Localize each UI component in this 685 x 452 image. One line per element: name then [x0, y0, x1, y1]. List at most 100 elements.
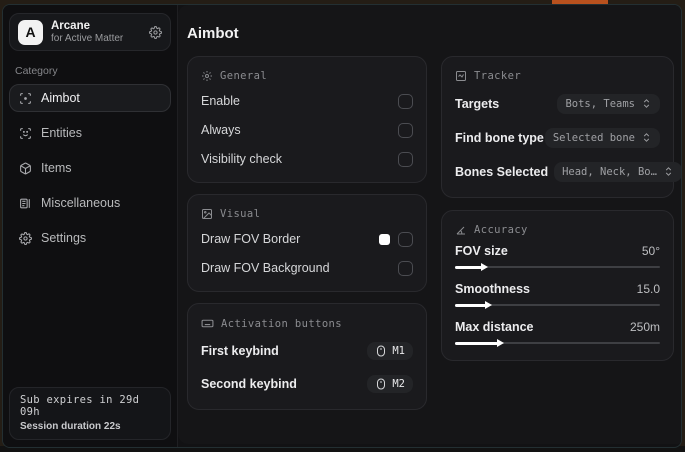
keybind-value: M2	[392, 378, 405, 390]
activity-square-icon	[455, 70, 467, 82]
page-title: Aimbot	[187, 25, 239, 42]
dropdown-value: Head, Neck, Body, Pe…	[562, 165, 657, 178]
chevrons-up-down-icon	[663, 166, 674, 177]
chevrons-up-down-icon	[641, 132, 652, 143]
setting-label: Enable	[201, 94, 240, 108]
chevrons-up-down-icon	[641, 98, 652, 109]
card-activation-header: Activation buttons	[201, 317, 413, 330]
slider-value: 250m	[629, 320, 660, 334]
visibility-check-checkbox[interactable]	[398, 151, 413, 167]
fov-background-checkbox[interactable]	[398, 260, 413, 276]
card-general: General Enable Always Visibility check	[187, 56, 427, 183]
slider-fill	[455, 303, 486, 307]
smoothness-slider[interactable]	[455, 300, 660, 310]
setting-label: FOV size	[455, 244, 508, 258]
subscription-info-card: Sub expires in 29d 09h Session duration …	[9, 387, 171, 440]
card-general-header: General	[201, 70, 413, 82]
sidebar-item-label: Items	[41, 161, 72, 175]
slider-thumb[interactable]	[484, 301, 492, 309]
slider-fill	[455, 341, 499, 345]
dropdown-value: Bots, Teams	[565, 97, 635, 110]
session-duration-text: Session duration 22s	[20, 421, 121, 432]
card-title: Visual	[220, 208, 261, 220]
settings-gear-icon[interactable]	[149, 25, 162, 39]
app-name: Arcane	[51, 19, 90, 32]
package-box-icon	[19, 162, 32, 175]
brand-text: Arcane for Active Matter	[51, 20, 141, 45]
setting-label: Visibility check	[201, 152, 283, 166]
setting-label: Draw FOV Border	[201, 232, 301, 246]
card-title: Accuracy	[474, 224, 528, 236]
angle-icon	[455, 224, 467, 236]
card-title: Activation buttons	[221, 317, 342, 330]
setting-row-first-keybind: First keybind M1	[201, 338, 413, 364]
keybind-value: M1	[392, 345, 405, 357]
find-bone-type-dropdown[interactable]: Selected bone	[544, 127, 660, 148]
fov-size-slider[interactable]	[455, 262, 660, 272]
app-logo: A	[18, 19, 43, 45]
setting-row-bones-selected: Bones Selected Head, Neck, Body, Pe…	[455, 158, 681, 185]
brand-header: A Arcane for Active Matter	[9, 13, 171, 51]
sidebar-item-label: Settings	[41, 231, 87, 245]
enable-checkbox[interactable]	[398, 93, 413, 109]
sidebar-item-items[interactable]: Items	[9, 154, 171, 182]
card-activation-buttons: Activation buttons First keybind M1 Seco…	[187, 303, 427, 410]
fov-border-color-swatch[interactable]	[379, 233, 390, 245]
slider-thumb[interactable]	[480, 263, 488, 271]
card-title: Tracker	[474, 70, 522, 82]
setting-label: Bones Selected	[455, 164, 549, 179]
setting-label: Targets	[455, 96, 500, 111]
category-label: Category	[15, 65, 58, 77]
sidebar: A Arcane for Active Matter Category Aimb…	[3, 5, 178, 447]
setting-row-second-keybind: Second keybind M2	[201, 371, 413, 397]
card-accuracy: Accuracy FOV size 50° Smoothness 15.0 Ma…	[441, 210, 674, 361]
sidebar-item-aimbot[interactable]: Aimbot	[9, 84, 171, 112]
sidebar-item-settings[interactable]: Settings	[9, 224, 171, 252]
slider-value: 15.0	[636, 282, 660, 296]
setting-row-fov-border: Draw FOV Border	[201, 228, 413, 250]
sub-expires-text: Sub expires in 29d 09h	[20, 394, 140, 418]
first-keybind-button[interactable]: M1	[367, 342, 413, 360]
slider-fill	[455, 265, 482, 269]
mouse-icon	[375, 378, 387, 390]
sidebar-item-label: Entities	[41, 126, 82, 140]
bones-selected-dropdown[interactable]: Head, Neck, Body, Pe…	[554, 161, 681, 182]
max-distance-slider[interactable]	[455, 338, 660, 348]
app-subtitle: for Active Matter	[51, 32, 124, 44]
gear-icon	[19, 231, 32, 245]
fov-border-checkbox[interactable]	[398, 231, 413, 247]
list-panel-icon	[19, 197, 32, 210]
slider-row-max-distance: Max distance 250m	[455, 320, 660, 348]
slider-thumb[interactable]	[497, 339, 505, 347]
always-checkbox[interactable]	[398, 122, 413, 138]
card-visual: Visual Draw FOV Border Draw FOV Backgrou…	[187, 194, 427, 292]
slider-row-fov-size: FOV size 50°	[455, 244, 660, 272]
image-icon	[201, 208, 213, 220]
dropdown-value: Selected bone	[552, 131, 635, 144]
keyboard-icon	[201, 317, 214, 330]
card-accuracy-header: Accuracy	[455, 224, 660, 236]
setting-row-targets: Targets Bots, Teams	[455, 90, 660, 117]
setting-label: First keybind	[201, 344, 279, 358]
gear-small-icon	[201, 70, 213, 82]
setting-row-always: Always	[201, 119, 413, 141]
sidebar-item-label: Aimbot	[41, 91, 80, 105]
slider-row-smoothness: Smoothness 15.0	[455, 282, 660, 310]
sidebar-item-label: Miscellaneous	[41, 196, 121, 210]
second-keybind-button[interactable]: M2	[367, 375, 413, 393]
card-tracker: Tracker Targets Bots, Teams Find bone ty…	[441, 56, 681, 198]
setting-row-fov-background: Draw FOV Background	[201, 257, 413, 279]
card-title: General	[220, 70, 268, 82]
mouse-icon	[375, 345, 387, 357]
setting-label: Always	[201, 123, 241, 137]
setting-label: Second keybind	[201, 377, 297, 391]
main-content: Aimbot General Enable Always Visibility …	[178, 5, 681, 444]
slider-value: 50°	[641, 244, 660, 258]
scan-face-icon	[19, 127, 32, 140]
setting-label: Find bone type	[455, 130, 544, 145]
sidebar-item-entities[interactable]: Entities	[9, 119, 171, 147]
sidebar-item-miscellaneous[interactable]: Miscellaneous	[9, 189, 171, 217]
category-nav: Aimbot Entities Items Miscellaneous Sett…	[9, 84, 171, 252]
menu-window: A Arcane for Active Matter Category Aimb…	[2, 4, 682, 448]
targets-dropdown[interactable]: Bots, Teams	[557, 93, 660, 114]
